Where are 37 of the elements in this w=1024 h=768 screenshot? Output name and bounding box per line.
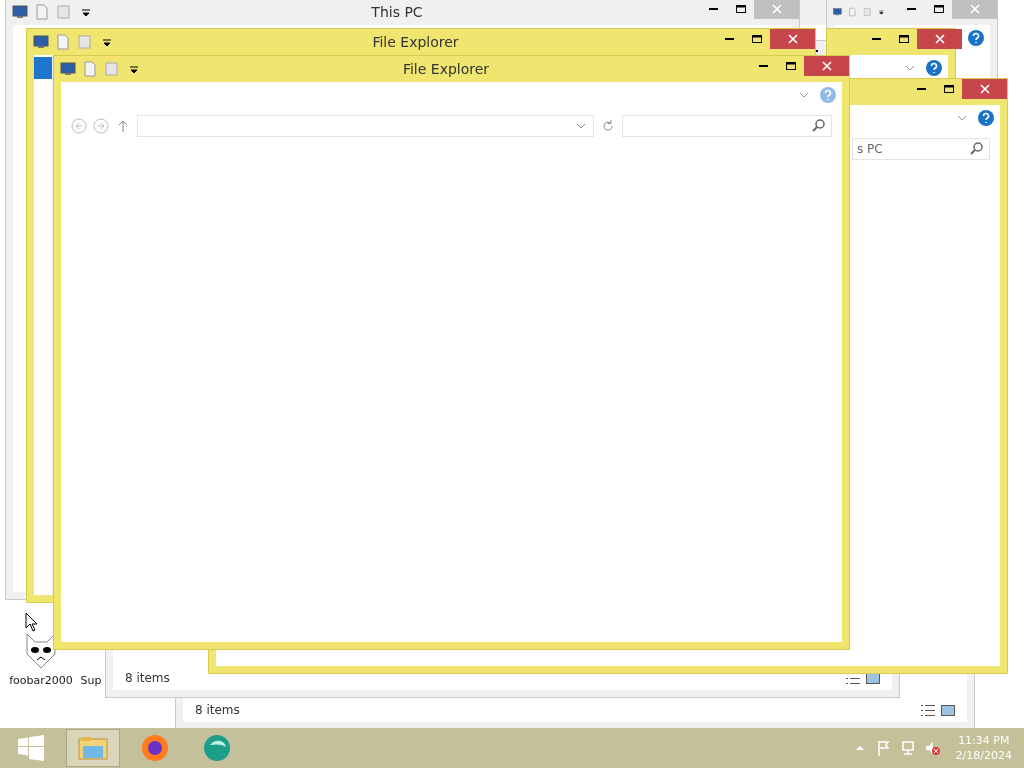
computer-icon: [60, 61, 76, 77]
help-icon: [978, 110, 994, 126]
speaker-muted-icon: [923, 740, 940, 756]
status-text: 8 items: [125, 671, 170, 685]
minimize-icon: [917, 88, 926, 90]
document-icon: [34, 4, 50, 20]
search-icon: [969, 141, 985, 157]
minimize-icon: [709, 8, 718, 10]
search-icon: [811, 118, 827, 134]
search-field[interactable]: s PC: [852, 138, 990, 160]
thumbnail-view-icon: [941, 704, 955, 716]
network-icon: [899, 740, 916, 756]
cursor-icon: [25, 612, 37, 632]
status-text: 8 items: [195, 703, 240, 717]
icon-label[interactable]: Sup: [80, 674, 102, 687]
thumbnail-view-icon: [866, 672, 880, 684]
help-icon: [926, 60, 942, 76]
help-icon: [968, 30, 984, 46]
back-icon: [71, 118, 87, 134]
firefox-icon: [140, 733, 170, 763]
icon-label[interactable]: foobar2000: [9, 674, 73, 687]
computer-icon: [12, 4, 28, 20]
refresh-icon: [600, 118, 616, 134]
search-field[interactable]: [622, 115, 832, 137]
flag-icon: [875, 740, 892, 756]
window-title: This PC: [370, 4, 424, 20]
details-view-icon: [921, 704, 935, 716]
app-icon: [202, 733, 232, 763]
window-title: File Explorer: [371, 34, 460, 50]
document-icon: [55, 34, 71, 50]
computer-icon: [33, 34, 49, 50]
window-title: File Explorer: [401, 61, 491, 77]
minimize-icon: [907, 8, 916, 10]
help-icon: [820, 87, 836, 103]
document-icon: [82, 61, 98, 77]
forward-icon: [93, 118, 109, 134]
windows-logo-icon: [17, 735, 45, 761]
